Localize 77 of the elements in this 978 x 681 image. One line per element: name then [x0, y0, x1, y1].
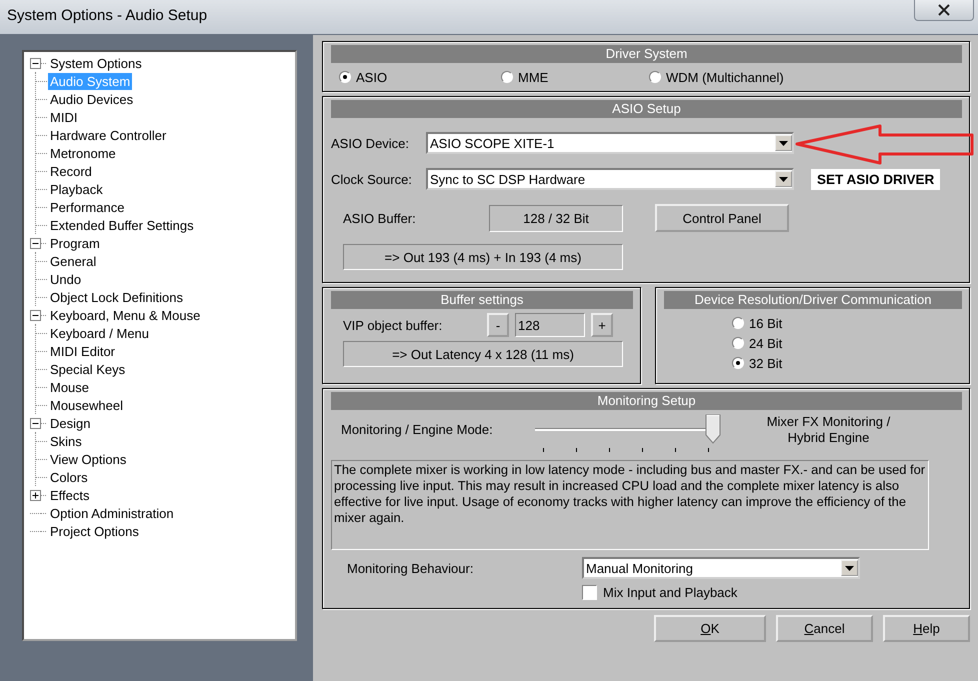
field-label: Monitoring / Engine Mode: [341, 422, 494, 437]
tree-item[interactable]: Keyboard, Menu & Mouse [48, 306, 202, 324]
section-header: Buffer settings [331, 291, 633, 309]
tree-item[interactable]: Undo [48, 270, 84, 288]
tree-item[interactable]: Hardware Controller [48, 126, 168, 144]
tree-item[interactable]: Performance [48, 198, 126, 216]
tree-item[interactable]: MIDI Editor [48, 342, 118, 360]
collapse-icon[interactable] [30, 238, 41, 248]
buffer-size-field[interactable]: 128 [515, 313, 585, 337]
decrement-button[interactable]: - [487, 313, 509, 337]
dialog-button[interactable]: Cancel [776, 615, 873, 642]
tree-item[interactable]: Special Keys [48, 360, 128, 378]
tree-item[interactable]: Project Options [48, 522, 141, 540]
tree-item[interactable]: Mousewheel [48, 396, 125, 414]
tree-item[interactable]: General [48, 252, 98, 270]
section-header: Monitoring Setup [331, 392, 962, 410]
radio-label: 16 Bit [749, 316, 782, 330]
field-label: ASIO Buffer: [343, 210, 417, 226]
description-text: The complete mixer is working in low latency mode - including bus and master FX.- and can be used for processing live input. This may result in increased CPU load and the complete mixer latency is also effective for live input. Usage of economy tracks with higher latency can improve the efficiency of the mixer again. [331, 460, 929, 550]
tree-item[interactable]: MIDI [48, 108, 80, 126]
dialog-button[interactable]: OK [654, 615, 766, 642]
tree-item[interactable]: Object Lock Definitions [48, 288, 185, 306]
radio-label: 24 Bit [749, 336, 782, 350]
field-label: ASIO Device: [331, 136, 410, 150]
checkbox-label: Mix Input and Playback [603, 585, 738, 600]
tree-item[interactable]: Effects [48, 486, 92, 504]
section-header: Device Resolution/Driver Communication [664, 291, 962, 309]
engine-mode-slider[interactable] [535, 414, 721, 452]
tree-item[interactable]: Program [48, 234, 102, 252]
dropdown[interactable]: Sync to SC DSP Hardware [426, 168, 794, 190]
tree-item[interactable]: Record [48, 162, 94, 180]
radio-button[interactable] [339, 71, 351, 83]
section-header: ASIO Setup [331, 100, 962, 118]
tree-item[interactable]: Audio Devices [48, 90, 136, 108]
tree-item[interactable]: View Options [48, 450, 128, 468]
control-panel-button[interactable]: Control Panel [655, 204, 789, 232]
dropdown[interactable]: Manual Monitoring [582, 557, 860, 579]
latency-readout: => Out Latency 4 x 128 (11 ms) [343, 341, 623, 367]
tree-item[interactable]: Option Administration [48, 504, 176, 522]
mode-value-label: Mixer FX Monitoring / Hybrid Engine [766, 414, 892, 446]
radio-button[interactable] [732, 317, 744, 329]
tree-item[interactable]: Design [48, 414, 92, 432]
collapse-icon[interactable] [30, 58, 41, 68]
radio-button[interactable] [649, 71, 661, 83]
radio-label: MME [518, 70, 548, 84]
tree-item[interactable]: Playback [48, 180, 105, 198]
tree-item[interactable]: Extended Buffer Settings [48, 216, 196, 234]
field-label: VIP object buffer: [343, 318, 444, 332]
tree-item[interactable]: Keyboard / Menu [48, 324, 152, 342]
checkbox[interactable] [582, 585, 597, 600]
field-label: Monitoring Behaviour: [347, 560, 474, 576]
radio-label: ASIO [356, 70, 388, 84]
window-title: System Options - Audio Setup [7, 6, 208, 24]
close-button[interactable] [914, 0, 974, 21]
tree-item[interactable]: Mouse [48, 378, 92, 396]
expand-icon[interactable] [30, 490, 41, 500]
field-label: Clock Source: [331, 172, 413, 186]
tree-item[interactable]: System Options [48, 54, 144, 72]
annotation-label: SET ASIO DRIVER [811, 168, 940, 190]
slider-thumb[interactable] [705, 414, 721, 444]
dropdown[interactable]: ASIO SCOPE XITE-1 [426, 132, 794, 154]
radio-button[interactable] [732, 357, 744, 369]
section-header: Driver System [331, 45, 962, 63]
radio-button[interactable] [732, 337, 744, 349]
radio-label: 32 Bit [749, 356, 782, 370]
collapse-icon[interactable] [30, 418, 41, 428]
buffer-readout: 128 / 32 Bit [489, 204, 623, 232]
increment-button[interactable]: + [591, 313, 613, 337]
collapse-icon[interactable] [30, 310, 41, 320]
close-icon [937, 4, 951, 16]
latency-readout: => Out 193 (4 ms) + In 193 (4 ms) [343, 244, 623, 270]
radio-label: WDM (Multichannel) [666, 70, 784, 84]
radio-button[interactable] [501, 71, 513, 83]
tree-item[interactable]: Skins [48, 432, 84, 450]
tree-item[interactable]: Colors [48, 468, 90, 486]
dialog-button[interactable]: Help [883, 615, 970, 642]
tree-item[interactable]: Metronome [48, 144, 118, 162]
